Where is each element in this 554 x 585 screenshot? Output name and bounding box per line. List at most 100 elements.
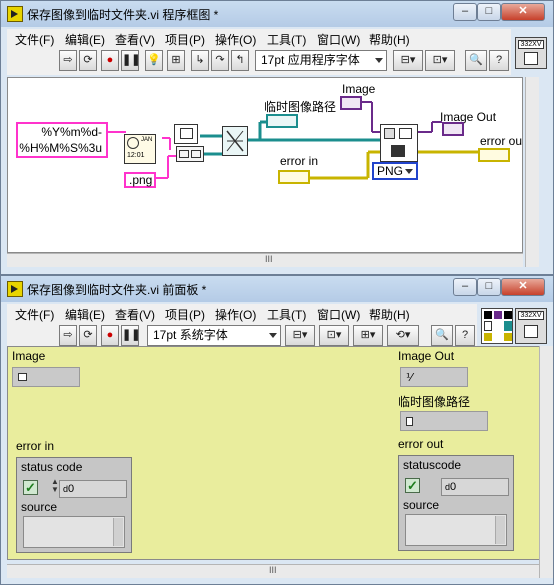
pause-icon[interactable]: ❚❚ xyxy=(121,325,140,346)
format-date-time-node[interactable]: JAN 12:01 xyxy=(124,134,156,164)
extension-constant[interactable]: .png xyxy=(124,172,156,188)
save-image-node[interactable] xyxy=(380,124,418,162)
maximize-button[interactable]: □ xyxy=(477,3,501,21)
code-numeric-field[interactable]: d0 xyxy=(59,480,127,498)
help-icon[interactable]: ? xyxy=(455,325,475,346)
error-out-label: error out xyxy=(398,437,444,451)
maximize-button[interactable]: □ xyxy=(477,278,501,296)
chevron-down-icon xyxy=(375,58,383,63)
resize-icon[interactable]: ⊞▾ xyxy=(353,325,383,346)
front-panel-window: 保存图像到临时文件夹.vi 前面板 * – □ ✕ 文件(F) 编辑(E) 查看… xyxy=(0,275,554,585)
chevron-down-icon xyxy=(405,169,413,174)
format-enum-constant[interactable]: PNG xyxy=(372,162,418,180)
error-out-cluster[interactable]: statuscode ✓ d0 source xyxy=(398,455,514,551)
panel-titlebar[interactable]: 保存图像到临时文件夹.vi 前面板 * – □ ✕ xyxy=(1,276,553,302)
menu-operate[interactable]: 操作(O) xyxy=(215,31,256,48)
numeric-spinner-icon[interactable]: ▲ ▼ xyxy=(51,478,59,494)
image-control-label: Image xyxy=(12,349,46,363)
panel-vertical-scrollbar[interactable] xyxy=(539,346,553,578)
code-value: 0 xyxy=(450,481,457,493)
close-button[interactable]: ✕ xyxy=(501,278,545,296)
align-icon[interactable]: ⊟▾ xyxy=(393,50,423,71)
step-out-icon[interactable]: ↰ xyxy=(231,50,249,71)
step-into-icon[interactable]: ↳ xyxy=(191,50,209,71)
minimize-button[interactable]: – xyxy=(453,3,477,21)
font-selector[interactable]: 17pt 系统字体 xyxy=(147,325,281,346)
source-scrollbar[interactable] xyxy=(113,518,123,546)
menu-view[interactable]: 查看(V) xyxy=(115,306,155,323)
vi-icon[interactable]: 332XV xyxy=(515,37,547,69)
diagram-horizontal-scrollbar[interactable]: III xyxy=(7,253,523,267)
chevron-down-icon xyxy=(269,333,277,338)
menu-project[interactable]: 项目(P) xyxy=(165,306,205,323)
image-out-indicator-terminal[interactable] xyxy=(442,122,464,136)
temp-directory-node[interactable] xyxy=(174,124,198,144)
run-arrow-icon[interactable]: ⇨ xyxy=(59,325,77,346)
source-text-field xyxy=(405,514,507,546)
source-scrollbar[interactable] xyxy=(495,516,505,544)
labview-app-icon xyxy=(7,281,23,297)
distribute-icon[interactable]: ⊡▾ xyxy=(319,325,349,346)
front-panel-canvas[interactable]: Image Image Out ⅟ 临时图像路径 error in status… xyxy=(7,346,541,560)
panel-horizontal-scrollbar[interactable]: III xyxy=(7,564,541,578)
error-out-indicator-terminal[interactable] xyxy=(478,148,510,162)
format-string-constant[interactable]: %Y%m%d- %H%M%S%3u xyxy=(16,122,108,158)
source-text-field[interactable] xyxy=(23,516,125,548)
menu-help[interactable]: 帮助(H) xyxy=(369,306,410,323)
temp-path-indicator[interactable] xyxy=(400,411,488,431)
menu-tools[interactable]: 工具(T) xyxy=(267,31,306,48)
menu-edit[interactable]: 编辑(E) xyxy=(65,306,105,323)
error-in-label: error in xyxy=(16,439,55,453)
diagram-vertical-scrollbar[interactable] xyxy=(525,77,539,267)
image-icon: ⅟ xyxy=(406,372,413,384)
menu-window[interactable]: 窗口(W) xyxy=(317,31,360,48)
diagram-titlebar[interactable]: 保存图像到临时文件夹.vi 程序框图 * – □ ✕ xyxy=(1,1,553,27)
image-control[interactable] xyxy=(12,367,80,387)
temp-path-indicator-terminal[interactable] xyxy=(266,114,298,128)
image-out-indicator[interactable]: ⅟ xyxy=(400,367,468,387)
diagram-toolbar: ⇨ ⟳ ● ❚❚ 💡 ⊞ ↳ ↷ ↰ 17pt 应用程序字体 ⊟▾ ⊡▾ 🔍 ? xyxy=(7,47,511,75)
run-continuous-icon[interactable]: ⟳ xyxy=(79,325,97,346)
abort-icon[interactable]: ● xyxy=(101,325,119,346)
reorder-icon[interactable]: ⟲▾ xyxy=(387,325,419,346)
run-continuous-icon[interactable]: ⟳ xyxy=(79,50,97,71)
vi-icon[interactable]: 332XV xyxy=(515,308,547,344)
error-in-cluster[interactable]: status code ✓ ▲ ▼ d0 source xyxy=(16,457,132,553)
close-button[interactable]: ✕ xyxy=(501,3,545,21)
path-icon xyxy=(406,417,413,426)
menu-file[interactable]: 文件(F) xyxy=(15,306,54,323)
search-icon[interactable]: 🔍 xyxy=(465,50,487,71)
status-checkbox[interactable]: ✓ xyxy=(23,480,38,495)
menu-help[interactable]: 帮助(H) xyxy=(369,31,410,48)
build-path-node[interactable] xyxy=(222,126,248,156)
menu-project[interactable]: 项目(P) xyxy=(165,31,205,48)
help-icon[interactable]: ? xyxy=(489,50,509,71)
panel-menubar: 文件(F) 编辑(E) 查看(V) 项目(P) 操作(O) 工具(T) 窗口(W… xyxy=(7,304,477,322)
minimize-button[interactable]: – xyxy=(453,278,477,296)
step-over-icon[interactable]: ↷ xyxy=(211,50,229,71)
align-icon[interactable]: ⊟▾ xyxy=(285,325,315,346)
image-control-terminal[interactable] xyxy=(340,96,362,110)
menu-operate[interactable]: 操作(O) xyxy=(215,306,256,323)
menu-edit[interactable]: 编辑(E) xyxy=(65,31,105,48)
run-arrow-icon[interactable]: ⇨ xyxy=(59,50,77,71)
distribute-icon[interactable]: ⊡▾ xyxy=(425,50,455,71)
search-icon[interactable]: 🔍 xyxy=(431,325,453,346)
pause-icon[interactable]: ❚❚ xyxy=(121,50,140,71)
font-selector[interactable]: 17pt 应用程序字体 xyxy=(255,50,387,71)
menu-file[interactable]: 文件(F) xyxy=(15,31,54,48)
temp-path-indicator-label: 临时图像路径 xyxy=(398,395,471,409)
error-in-control-terminal[interactable] xyxy=(278,170,310,184)
block-diagram-canvas[interactable]: %Y%m%d- %H%M%S%3u JAN 12:01 .png 临时图像路径 … xyxy=(7,77,523,253)
concatenate-strings-node[interactable] xyxy=(176,146,204,162)
retain-wire-values-icon[interactable]: ⊞ xyxy=(167,50,185,71)
abort-icon[interactable]: ● xyxy=(101,50,119,71)
menu-tools[interactable]: 工具(T) xyxy=(267,306,306,323)
menu-window[interactable]: 窗口(W) xyxy=(317,306,360,323)
status-indicator: ✓ xyxy=(405,478,420,493)
connector-pane-icon[interactable] xyxy=(481,308,513,344)
image-icon xyxy=(18,373,27,381)
highlight-execution-icon[interactable]: 💡 xyxy=(145,50,163,71)
menu-view[interactable]: 查看(V) xyxy=(115,31,155,48)
labview-app-icon xyxy=(7,6,23,22)
